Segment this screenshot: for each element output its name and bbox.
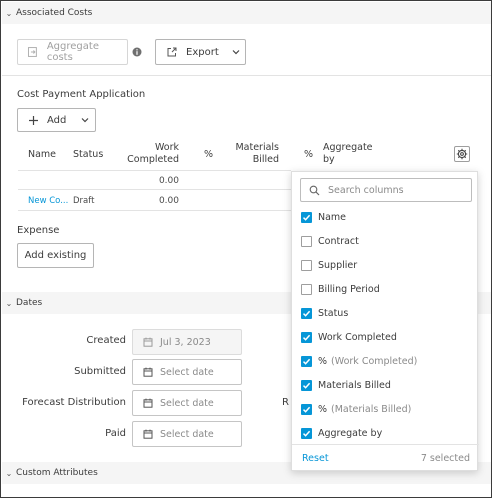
column-option-label: Billing Period	[318, 284, 380, 295]
column-option-label: Materials Billed	[318, 380, 391, 391]
column-option-work-completed[interactable]: Work Completed	[301, 332, 397, 343]
submitted-placeholder: Select date	[160, 366, 214, 378]
col-header-aggregate-by[interactable]: Aggregate by	[323, 142, 379, 166]
column-option-name[interactable]: Name	[301, 212, 346, 223]
checkbox-checked[interactable]	[301, 356, 312, 367]
submitted-date-field[interactable]: Select date	[132, 359, 242, 385]
column-option-billing-period[interactable]: Billing Period	[301, 284, 380, 295]
row-name-link[interactable]: New Co...	[28, 196, 68, 206]
add-button[interactable]: Add	[17, 108, 96, 132]
created-date-value: Jul 3, 2023	[160, 336, 211, 348]
calendar-icon	[143, 367, 153, 377]
checkbox-checked[interactable]	[301, 404, 312, 415]
column-picker-footer: Reset 7 selected	[292, 444, 479, 472]
checkbox-checked[interactable]	[301, 212, 312, 223]
calendar-icon	[143, 337, 153, 347]
checkbox-checked[interactable]	[301, 428, 312, 439]
associated-costs-header[interactable]: ⌄ Associated Costs	[2, 2, 491, 24]
paid-placeholder: Select date	[160, 428, 214, 440]
column-option-label: Name	[318, 212, 347, 223]
export-button[interactable]: Export	[155, 39, 246, 65]
column-option-label: Supplier	[318, 260, 358, 271]
forecast-distribution-date-field[interactable]: Select date	[132, 390, 242, 416]
column-option-suffix: (Work Completed)	[331, 356, 418, 367]
chevron-down-icon	[81, 118, 89, 123]
col-header-materials-pct[interactable]: %	[304, 149, 313, 161]
export-icon	[167, 47, 177, 57]
add-existing-label: Add existing	[24, 250, 87, 261]
forecast-placeholder: Select date	[160, 397, 214, 409]
row-work-completed: 0.00	[158, 196, 179, 206]
table-divider	[18, 170, 291, 171]
calendar-icon	[143, 429, 153, 439]
chevron-down-icon	[232, 50, 240, 55]
checkbox-unchecked[interactable]	[301, 236, 312, 247]
clipped-date-label: R	[282, 397, 289, 408]
col-header-materials-billed[interactable]: Materials Billed	[227, 142, 279, 166]
column-option-work-pct[interactable]: % (Work Completed)	[301, 356, 417, 367]
search-columns-input[interactable]: Search columns	[300, 178, 472, 202]
dates-title: Dates	[16, 298, 43, 308]
column-option-aggregate-by[interactable]: Aggregate by	[301, 428, 382, 439]
column-option-label: Contract	[318, 236, 359, 247]
divider	[2, 75, 491, 76]
gear-icon	[456, 148, 468, 160]
search-columns-placeholder: Search columns	[328, 184, 404, 196]
chevron-down-icon: ⌄	[5, 298, 13, 308]
column-option-status[interactable]: Status	[301, 308, 348, 319]
column-picker-popup: Search columns Name Contract Supplier Bi…	[291, 171, 479, 472]
forecast-distribution-label: Forecast Distribution	[22, 397, 126, 408]
search-icon	[309, 185, 320, 195]
export-label: Export	[186, 46, 219, 58]
column-option-label: Status	[318, 308, 349, 319]
paid-date-field[interactable]: Select date	[132, 421, 242, 447]
chevron-down-icon: ⌄	[5, 468, 13, 478]
checkbox-checked[interactable]	[301, 332, 312, 343]
column-option-materials-billed[interactable]: Materials Billed	[301, 380, 391, 391]
calendar-icon	[143, 398, 153, 408]
checkbox-checked[interactable]	[301, 380, 312, 391]
column-settings-button[interactable]	[454, 146, 470, 162]
add-label: Add	[47, 114, 67, 126]
col-header-work-completed[interactable]: Work Completed	[119, 142, 179, 166]
info-icon[interactable]	[132, 47, 142, 57]
column-option-label: Aggregate by	[318, 428, 383, 439]
aggregate-costs-label: Aggregate costs	[46, 41, 99, 63]
column-option-suffix: (Materials Billed)	[331, 404, 412, 415]
associated-costs-title: Associated Costs	[16, 8, 93, 18]
checkbox-checked[interactable]	[301, 308, 312, 319]
column-option-label: Work Completed	[318, 332, 397, 343]
add-existing-button[interactable]: Add existing	[17, 243, 94, 268]
cost-payment-title: Cost Payment Application	[17, 89, 146, 100]
column-option-materials-pct[interactable]: % (Materials Billed)	[301, 404, 411, 415]
table-divider	[18, 189, 291, 190]
column-option-contract[interactable]: Contract	[301, 236, 359, 247]
checkbox-unchecked[interactable]	[301, 284, 312, 295]
created-date-field: Jul 3, 2023	[132, 329, 242, 355]
paid-label: Paid	[105, 428, 126, 439]
col-header-name[interactable]: Name	[28, 149, 56, 161]
aggregate-costs-button[interactable]: Aggregate costs	[17, 39, 128, 65]
submitted-label: Submitted	[74, 366, 126, 377]
selected-count: 7 selected	[420, 453, 470, 464]
column-option-label: %	[318, 356, 328, 367]
table-divider	[18, 210, 291, 211]
checkbox-unchecked[interactable]	[301, 260, 312, 271]
cost-detail-panel: ⌄ Associated Costs Aggregate costs Expor…	[0, 0, 492, 498]
col-header-status[interactable]: Status	[73, 149, 103, 161]
created-label: Created	[86, 335, 126, 346]
plus-icon	[29, 115, 38, 125]
reset-link[interactable]: Reset	[302, 453, 329, 464]
row-status: Draft	[73, 196, 95, 206]
custom-attributes-title: Custom Attributes	[16, 468, 98, 478]
column-option-label: %	[318, 404, 328, 415]
chevron-down-icon: ⌄	[5, 8, 13, 18]
col-header-work-pct[interactable]: %	[204, 149, 213, 161]
column-option-supplier[interactable]: Supplier	[301, 260, 357, 271]
expense-title: Expense	[17, 225, 60, 236]
total-work-completed: 0.00	[158, 176, 179, 186]
aggregate-icon	[27, 47, 37, 57]
